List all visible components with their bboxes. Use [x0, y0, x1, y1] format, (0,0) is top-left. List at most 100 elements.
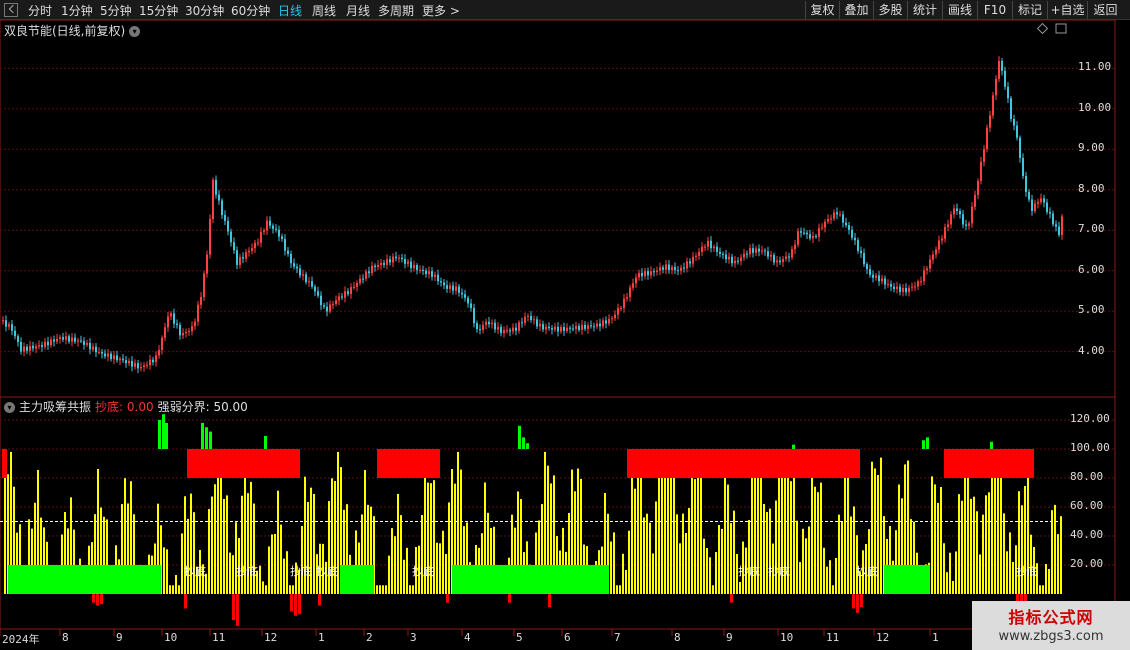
price-tick: 8.00 [1078, 181, 1105, 195]
candle-body [389, 259, 391, 263]
candle-body [1031, 199, 1033, 211]
histogram-bar [679, 543, 681, 594]
candle-body [1058, 226, 1060, 235]
candle-body [968, 223, 970, 226]
strong-zone [377, 449, 440, 478]
histogram-bar [379, 585, 381, 594]
histogram-bar [631, 474, 633, 594]
candle-body [506, 330, 508, 332]
negative-bar [730, 594, 733, 603]
candle-body [743, 253, 745, 258]
histogram-bar [253, 503, 255, 594]
candle-body [311, 281, 313, 287]
candle-body [14, 330, 16, 337]
candle-body [605, 320, 607, 324]
candle-body [824, 221, 826, 228]
candle-body [8, 324, 10, 327]
candle-body [800, 231, 802, 233]
price-tick: 11.00 [1078, 60, 1112, 74]
candle-body [1052, 213, 1054, 225]
histogram-bar [721, 528, 723, 594]
strong-zone [2, 449, 7, 478]
candle-body [398, 257, 400, 259]
candle-body [794, 244, 796, 250]
histogram-bar [694, 479, 696, 594]
candle-body [56, 338, 58, 342]
candle-body [1046, 202, 1048, 213]
candle-body [464, 294, 466, 298]
spike-bar [518, 425, 521, 449]
candle-body [329, 304, 331, 312]
candle-body [1019, 137, 1021, 158]
spike-bar [162, 414, 165, 449]
candle-body [503, 330, 505, 334]
candle-body [596, 323, 598, 327]
histogram-bar [970, 498, 972, 594]
candle-body [410, 261, 412, 269]
histogram-bar [448, 502, 450, 594]
candle-body [659, 267, 661, 271]
candle-body [446, 285, 448, 289]
candle-body [584, 324, 586, 329]
spike-bar [526, 443, 529, 449]
candle-body [878, 275, 880, 282]
histogram-bar [388, 555, 390, 594]
candle-body [683, 267, 685, 269]
candle-body [932, 254, 934, 260]
candle-body [719, 251, 721, 254]
candle-body [140, 367, 142, 369]
candle-body [167, 316, 169, 328]
candle-body [1061, 216, 1063, 235]
candle-body [848, 225, 850, 230]
histogram-bar [409, 585, 411, 594]
candle-body [275, 228, 277, 230]
indicator-tick: 120.00 [1070, 412, 1110, 425]
candle-body [1040, 198, 1042, 203]
candle-body [695, 255, 697, 257]
candle-body [983, 149, 985, 162]
time-label: 9 [726, 631, 733, 644]
candle-body [926, 268, 928, 271]
candle-body [53, 339, 55, 342]
time-label: 12 [876, 631, 890, 644]
candle-body [635, 277, 637, 284]
candle-body [527, 315, 529, 317]
histogram-bar [709, 557, 711, 594]
time-label: 2 [366, 631, 373, 644]
candle-body [320, 295, 322, 306]
candle-body [671, 267, 673, 271]
time-label: 4 [464, 631, 471, 644]
candle-body [716, 246, 718, 252]
histogram-bar [646, 513, 648, 594]
histogram-bar [853, 506, 855, 594]
candle-body [602, 320, 604, 327]
histogram-bar [397, 493, 399, 594]
negative-bar [508, 594, 511, 603]
candle-body [1034, 203, 1036, 211]
candle-body [494, 322, 496, 330]
candle-body [614, 314, 616, 319]
candle-body [335, 300, 337, 304]
negative-bar [548, 594, 551, 608]
candle-body [170, 313, 172, 317]
candle-body [419, 269, 421, 271]
candle-body [206, 254, 208, 274]
candle-body [737, 260, 739, 262]
price-tick: 9.00 [1078, 141, 1105, 155]
histogram-bar [1048, 568, 1050, 594]
candle-body [677, 270, 679, 272]
candle-body [353, 286, 355, 288]
candle-body [866, 264, 868, 270]
candle-body [953, 208, 955, 215]
candle-body [887, 284, 889, 286]
chart-canvas[interactable]: 抄底 抄底 抄底 抄底 抄底 抄底 抄底 抄底 抄底 [0, 0, 1130, 650]
candle-body [194, 321, 196, 327]
histogram-bar [637, 463, 639, 594]
candle-body [536, 319, 538, 327]
negative-bar [92, 594, 95, 603]
histogram-bar [1039, 585, 1041, 594]
candle-body [830, 218, 832, 220]
histogram-bar [184, 496, 186, 594]
histogram-bar [391, 528, 393, 594]
histogram-bar [811, 468, 813, 594]
